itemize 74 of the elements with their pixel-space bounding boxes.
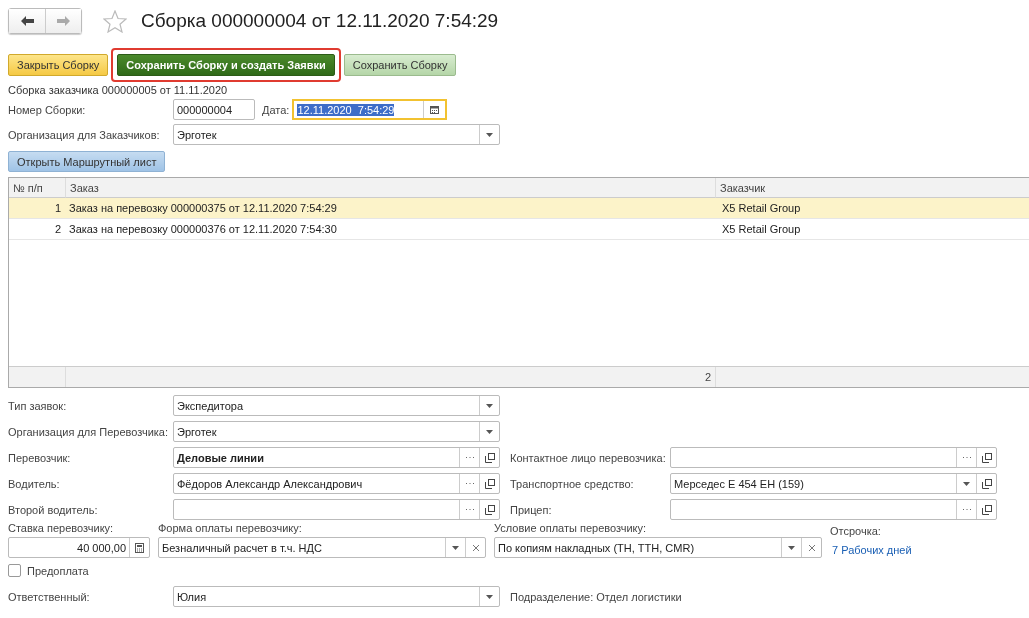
customer-assembly-text: Сборка заказчика 000000005 от 11.11.2020: [8, 84, 229, 98]
input-field[interactable]: [173, 499, 500, 520]
caret-icon: [486, 403, 493, 408]
input-field[interactable]: Фёдоров Александр Александрович: [173, 473, 500, 494]
field-label: Организация для Перевозчика:: [8, 425, 169, 438]
department-text: Подразделение: Отдел логистики: [510, 590, 682, 603]
caret-icon: [963, 481, 970, 486]
caret-icon: [486, 132, 493, 137]
deferral-link[interactable]: 7 Рабочих дней: [832, 544, 912, 556]
table-row[interactable]: 1 Заказ на перевозку 000000375 от 12.11.2020 7:54:29 X5 Retail Group: [9, 198, 1029, 219]
field-label: Второй водитель:: [8, 503, 99, 516]
column-header[interactable]: Заказчик: [716, 178, 1029, 198]
row-count: 2: [66, 367, 716, 387]
back-button[interactable]: [9, 9, 45, 33]
checkbox-label: Предоплата: [27, 564, 89, 577]
dropdown-field[interactable]: По копиям накладных (ТН, ТТН, CMR): [494, 537, 822, 558]
field-label: Ответственный:: [8, 590, 91, 603]
windows-icon: [484, 504, 495, 515]
caret-icon: [486, 429, 493, 434]
star-icon[interactable]: [103, 9, 127, 33]
caret-icon: [452, 545, 459, 550]
calculator-icon: [135, 542, 144, 553]
table-cell-text: Заказ на перевозку 000000375 от 12.11.2020 7:54:29: [68, 201, 338, 216]
number-field[interactable]: 000000004: [173, 99, 255, 120]
input-field[interactable]: [670, 447, 997, 468]
right-arrow-icon: [57, 16, 70, 26]
table-cell-text: Заказ на перевозку 000000376 от 12.11.2020 7:54:30: [68, 222, 338, 237]
window-title: Сборка 000000004 от 12.11.2020 7:54:29: [141, 10, 499, 32]
close-icon: [472, 544, 479, 551]
input-field[interactable]: Мерседес Е 454 ЕН (159): [670, 473, 997, 494]
windows-icon: [484, 478, 495, 489]
route-sheet-button[interactable]: Открыть Маршрутный лист: [8, 151, 166, 172]
windows-icon: [981, 452, 992, 463]
caret-icon: [486, 594, 493, 599]
field-label: Транспортное средство:: [510, 477, 635, 490]
field-label: Форма оплаты перевозчику:: [158, 522, 303, 535]
field-label: Прицеп:: [510, 503, 553, 516]
field-label: Тип заявок:: [8, 399, 68, 412]
close-icon: [808, 544, 815, 551]
input-field[interactable]: Экспедитора: [173, 395, 500, 416]
field-label: Водитель:: [8, 477, 61, 490]
toolbar-button[interactable]: Сохранить Сборку и создать Заявки: [117, 54, 335, 76]
windows-icon: [981, 478, 992, 489]
column-header[interactable]: № п/п: [9, 178, 66, 198]
calendar-icon: [430, 105, 440, 114]
windows-icon: [484, 452, 495, 463]
caret-icon: [788, 545, 795, 550]
field-label: Номер Сборки:: [8, 103, 87, 116]
table-cell-text: X5 Retail Group: [721, 201, 802, 216]
field-label: Организация для Заказчиков:: [8, 128, 161, 141]
field-label: Отсрочка:: [830, 525, 882, 538]
input-field[interactable]: Эрготек: [173, 421, 500, 442]
date-field[interactable]: 12.11.2020 7:54:29: [292, 99, 448, 120]
toolbar-button[interactable]: Сохранить Сборку: [343, 54, 457, 76]
input-field[interactable]: [670, 499, 997, 520]
field-label: Дата:: [262, 103, 290, 116]
column-header[interactable]: Заказ: [66, 178, 716, 198]
rate-field[interactable]: 40 000,00: [8, 537, 150, 558]
table-cell-text: 2: [53, 222, 62, 237]
field-label: Контактное лицо перевозчика:: [510, 451, 667, 464]
table-cell-text: X5 Retail Group: [721, 222, 802, 237]
dropdown-field[interactable]: Безналичный расчет в т.ч. НДС: [158, 537, 486, 558]
windows-icon: [981, 504, 992, 515]
table-cell-text: 1: [53, 201, 62, 216]
table-row[interactable]: 2 Заказ на перевозку 000000376 от 12.11.2020 7:54:30 X5 Retail Group: [9, 219, 1029, 240]
input-field[interactable]: Деловые линии: [173, 447, 500, 468]
dropdown-field[interactable]: Юлия: [173, 586, 500, 607]
field-label: Ставка перевозчику:: [8, 522, 115, 535]
left-arrow-icon: [20, 16, 34, 26]
dropdown-field[interactable]: Эрготек: [173, 124, 500, 145]
checkbox[interactable]: [8, 564, 21, 577]
field-label: Условие оплаты перевозчику:: [494, 522, 647, 535]
field-label: Перевозчик:: [8, 451, 72, 464]
toolbar-button[interactable]: Закрыть Сборку: [8, 54, 109, 76]
